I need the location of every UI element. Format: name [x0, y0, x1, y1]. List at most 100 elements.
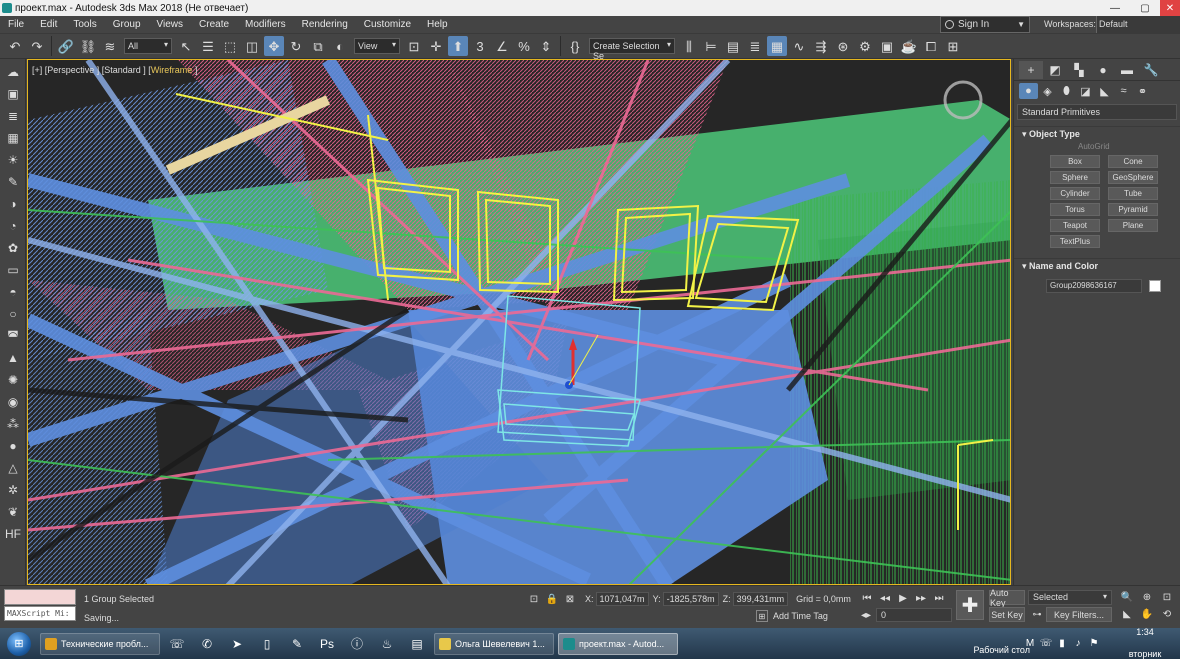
hf-icon[interactable]: HF — [4, 525, 22, 543]
selection-filter-select[interactable]: All — [124, 38, 172, 54]
named-selection-set-select[interactable]: Create Selection Se — [589, 38, 675, 61]
torus-icon[interactable]: ◉ — [4, 393, 22, 411]
motion-tab-icon[interactable]: ● — [1091, 61, 1115, 79]
taskbar-3dsmax-window[interactable]: проект.max - Autod... — [558, 632, 678, 655]
scene-explorer-icon[interactable]: ▤ — [723, 36, 743, 56]
set-key-big-icon[interactable]: ✚ — [956, 590, 984, 620]
workspaces-select[interactable]: Default — [1096, 16, 1180, 33]
textplus-button[interactable]: TextPlus — [1050, 235, 1100, 248]
render-iterative-icon[interactable]: ⧠ — [921, 36, 941, 56]
bind-space-warp-icon[interactable]: ≋ — [100, 36, 120, 56]
sun-icon[interactable]: ✺ — [4, 371, 22, 389]
rect-selection-icon[interactable]: ⬚ — [220, 36, 240, 56]
create-tab-icon[interactable]: ☁ — [4, 63, 22, 81]
volume-tray-icon[interactable]: ♪ — [1070, 638, 1086, 649]
field-of-view-icon[interactable]: ◣ — [1118, 607, 1136, 621]
isolate-selection-icon[interactable]: ⊡ — [527, 592, 541, 606]
desktop-toolbar-label[interactable]: Рабочий стол — [974, 645, 1031, 655]
menu-help[interactable]: Help — [419, 19, 456, 30]
shell-icon[interactable]: ◚ — [4, 327, 22, 345]
cone-button[interactable]: Cone — [1108, 155, 1158, 168]
zoom-icon[interactable]: 🔍 — [1118, 590, 1136, 604]
geometry-category-icon[interactable]: ● — [1019, 83, 1038, 99]
taskbar-chrome-window[interactable]: Технические пробл... — [40, 632, 160, 655]
object-color-swatch[interactable] — [1149, 280, 1161, 292]
pencil-icon[interactable]: ✎ — [284, 633, 310, 655]
unlink-icon[interactable]: ⛓ — [78, 36, 98, 56]
key-mode-icon[interactable]: ◂▸ — [858, 608, 874, 622]
cameras-category-icon[interactable]: ◪ — [1076, 83, 1095, 99]
create-tab-plus-icon[interactable]: + — [1019, 60, 1043, 79]
select-move-icon[interactable]: ✥ — [264, 36, 284, 56]
menu-edit[interactable]: Edit — [32, 19, 65, 30]
render-in-cloud-icon[interactable]: ⊞ — [943, 36, 963, 56]
object-name-field[interactable]: Group2098636167 — [1046, 279, 1142, 293]
list-icon[interactable]: ≣ — [4, 107, 22, 125]
sphere-icon[interactable]: ○ — [4, 305, 22, 323]
minimize-button[interactable]: — — [1100, 0, 1130, 16]
teapot-button[interactable]: Teapot — [1050, 219, 1100, 232]
geosphere-button[interactable]: GeoSphere — [1108, 171, 1158, 184]
viewport-shading-mode[interactable]: Wireframe — [151, 65, 193, 75]
wrench-icon[interactable]: ✎ — [4, 173, 22, 191]
viber-tray-icon[interactable]: ☏ — [1038, 638, 1054, 649]
reference-coordinate-select[interactable]: View — [354, 38, 400, 54]
redo-icon[interactable]: ↷ — [27, 36, 47, 56]
spacewarps-category-icon[interactable]: ≈ — [1114, 83, 1133, 99]
telegram-icon[interactable]: ➤ — [224, 633, 250, 655]
viewport-label[interactable]: [+] [Perspective ] [Standard ] [Wirefram… — [32, 65, 197, 75]
key-selection-select[interactable]: Selected — [1028, 590, 1112, 605]
auto-key-button[interactable]: Auto Key — [989, 588, 1025, 608]
current-frame-field[interactable]: 0 — [876, 608, 952, 622]
dome-icon[interactable]: ◓ — [4, 283, 22, 301]
select-manipulate-icon[interactable]: ✛ — [426, 36, 446, 56]
render-production-icon[interactable]: ☕ — [899, 36, 919, 56]
add-time-tag[interactable]: ⊞ Add Time Tag — [756, 610, 828, 622]
window-crossing-icon[interactable]: ◫ — [242, 36, 262, 56]
viber-icon[interactable]: ☏ — [164, 633, 190, 655]
previous-frame-icon[interactable]: ◂◂ — [876, 590, 894, 606]
menu-rendering[interactable]: Rendering — [294, 19, 356, 30]
angle-snap-icon[interactable]: ∠ — [492, 36, 512, 56]
render-setup-icon[interactable]: ⚙ — [855, 36, 875, 56]
whatsapp-icon[interactable]: ✆ — [194, 633, 220, 655]
camera-icon[interactable]: ◔ — [4, 217, 22, 235]
select-place-icon[interactable]: ◐ — [330, 36, 350, 56]
notepad-icon[interactable]: ▯ — [254, 633, 280, 655]
helper-icon[interactable]: ◑ — [4, 195, 22, 213]
pinwheel-icon[interactable]: ✿ — [4, 239, 22, 257]
select-object-icon[interactable]: ↖ — [176, 36, 196, 56]
zoom-all-icon[interactable]: ⊕ — [1138, 590, 1156, 604]
cone-icon[interactable]: ▲ — [4, 349, 22, 367]
tube-button[interactable]: Tube — [1108, 187, 1158, 200]
play-icon[interactable]: ▶ — [894, 590, 912, 606]
spinner-snap-icon[interactable]: ⇕ — [536, 36, 556, 56]
key-filters-button[interactable]: Key Filters... — [1046, 607, 1112, 622]
undo-icon[interactable]: ↶ — [5, 36, 25, 56]
lights-category-icon[interactable]: ⬮ — [1057, 83, 1076, 99]
sphere-button[interactable]: Sphere — [1050, 171, 1100, 184]
helpers-category-icon[interactable]: ◣ — [1095, 83, 1114, 99]
primitive-category-select[interactable]: Standard Primitives — [1017, 104, 1177, 120]
signal-tray-icon[interactable]: ▮ — [1054, 638, 1070, 649]
key-tangent-icon[interactable]: ⊶ — [1030, 607, 1044, 621]
perspective-viewport[interactable]: [+] [Perspective ] [Standard ] [Wirefram… — [27, 59, 1011, 585]
absolute-mode-icon[interactable]: ⊠ — [563, 592, 577, 606]
menu-modifiers[interactable]: Modifiers — [237, 19, 294, 30]
select-scale-icon[interactable]: ⧉ — [308, 36, 328, 56]
x-coordinate-field[interactable]: 1071,047m — [595, 592, 649, 606]
close-button[interactable]: ✕ — [1160, 0, 1180, 16]
grid-icon[interactable]: ▦ — [4, 129, 22, 147]
maxscript-mini-listener[interactable]: MAXScript Mi: — [4, 606, 76, 621]
edit-named-selection-icon[interactable]: {} — [565, 36, 585, 56]
snaps-toggle-icon[interactable]: 3 — [470, 36, 490, 56]
zoom-extents-icon[interactable]: ⊡ — [1158, 590, 1176, 604]
menu-create[interactable]: Create — [191, 19, 237, 30]
box-button[interactable]: Box — [1050, 155, 1100, 168]
schematic-view-icon[interactable]: ⇶ — [811, 36, 831, 56]
name-color-header[interactable]: Name and Color — [1014, 258, 1180, 273]
plane-button[interactable]: Plane — [1108, 219, 1158, 232]
hierarchy-tab-icon[interactable]: ▚ — [1067, 61, 1091, 79]
shapes-category-icon[interactable]: ◈ — [1038, 83, 1057, 99]
cylinder-button[interactable]: Cylinder — [1050, 187, 1100, 200]
